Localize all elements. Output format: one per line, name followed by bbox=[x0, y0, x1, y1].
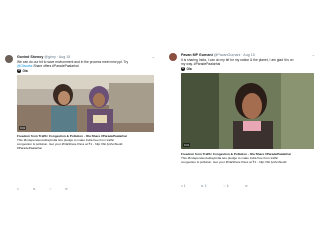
video-duration: 0:31 bbox=[19, 126, 27, 130]
card-description[interactable]: Freedom from Traffic Congestion & Pollut… bbox=[181, 152, 314, 165]
reply-count: 1 bbox=[183, 184, 186, 188]
author-name[interactable]: Govind Shenoy bbox=[17, 55, 43, 59]
author-handle: @ghny · Aug 15 bbox=[44, 55, 71, 59]
tweet-card-left[interactable]: Govind Shenoy @ghny · Aug 15 ⌄ We can do… bbox=[4, 54, 156, 194]
heart-icon: ♡ bbox=[223, 184, 226, 188]
card-description[interactable]: Freedom from Traffic Congestion & Pollut… bbox=[17, 134, 154, 151]
ola-logo-icon: O bbox=[17, 69, 21, 74]
tweet-actions: □ 1 ⇅ 1 ♡ 4 ✉ bbox=[181, 184, 314, 189]
card-line: congestion & pollution. Get your #OlaSha… bbox=[181, 159, 287, 164]
tweet-text-line: @Olacabs Share offers #ParadePaalarhai bbox=[17, 64, 79, 69]
video-still bbox=[17, 75, 154, 132]
video-still bbox=[181, 73, 314, 149]
reply-button[interactable]: □ 1 bbox=[181, 184, 186, 188]
retweet-icon[interactable]: ⇅ bbox=[33, 187, 36, 191]
chevron-down-icon[interactable]: ⌄ bbox=[312, 52, 315, 57]
envelope-icon[interactable]: ✉ bbox=[245, 184, 248, 188]
reply-icon[interactable]: □ bbox=[17, 187, 19, 191]
envelope-icon[interactable]: ✉ bbox=[65, 187, 68, 191]
brand-badge: O Ola bbox=[181, 67, 192, 72]
like-count: 4 bbox=[226, 184, 229, 188]
ola-logo-icon: O bbox=[181, 67, 185, 72]
chevron-down-icon[interactable]: ⌄ bbox=[152, 54, 155, 59]
avatar[interactable] bbox=[5, 55, 13, 63]
video-thumbnail[interactable]: 0:31 bbox=[17, 75, 154, 132]
heart-icon[interactable]: ♡ bbox=[49, 187, 52, 191]
tweet-actions: □ ⇅ ♡ ✉ bbox=[17, 187, 154, 192]
retweet-button[interactable]: ⇅ 1 bbox=[201, 184, 206, 188]
author-handle: @PavanGurnani · Aug 15 bbox=[213, 53, 255, 57]
retweet-icon: ⇅ bbox=[201, 184, 204, 188]
mention-link[interactable]: @Olacabs bbox=[17, 64, 32, 68]
tweet-text: We can do our bit to save environment an… bbox=[17, 60, 154, 68]
tweet-card-right[interactable]: Pavan MP Gurnani @PavanGurnani · Aug 15 … bbox=[168, 52, 316, 196]
video-thumbnail[interactable]: 0:31 bbox=[181, 73, 314, 149]
tweet-text-line: my way. #ParadePaalarhai bbox=[181, 62, 221, 67]
card-line: #ParadePaalarhai bbox=[17, 145, 42, 150]
avatar[interactable] bbox=[169, 53, 177, 61]
brand-name: Ola bbox=[22, 69, 28, 73]
like-button[interactable]: ♡ 4 bbox=[223, 184, 229, 188]
video-duration: 0:31 bbox=[183, 143, 191, 147]
retweet-count: 1 bbox=[204, 184, 207, 188]
reply-icon: □ bbox=[181, 184, 183, 188]
brand-badge: O Ola bbox=[17, 69, 28, 74]
author-name[interactable]: Pavan MP Gurnani bbox=[181, 53, 213, 57]
tweet-text: It is sharing India, I can do my bit for… bbox=[181, 58, 314, 66]
brand-name: Ola bbox=[186, 67, 192, 71]
